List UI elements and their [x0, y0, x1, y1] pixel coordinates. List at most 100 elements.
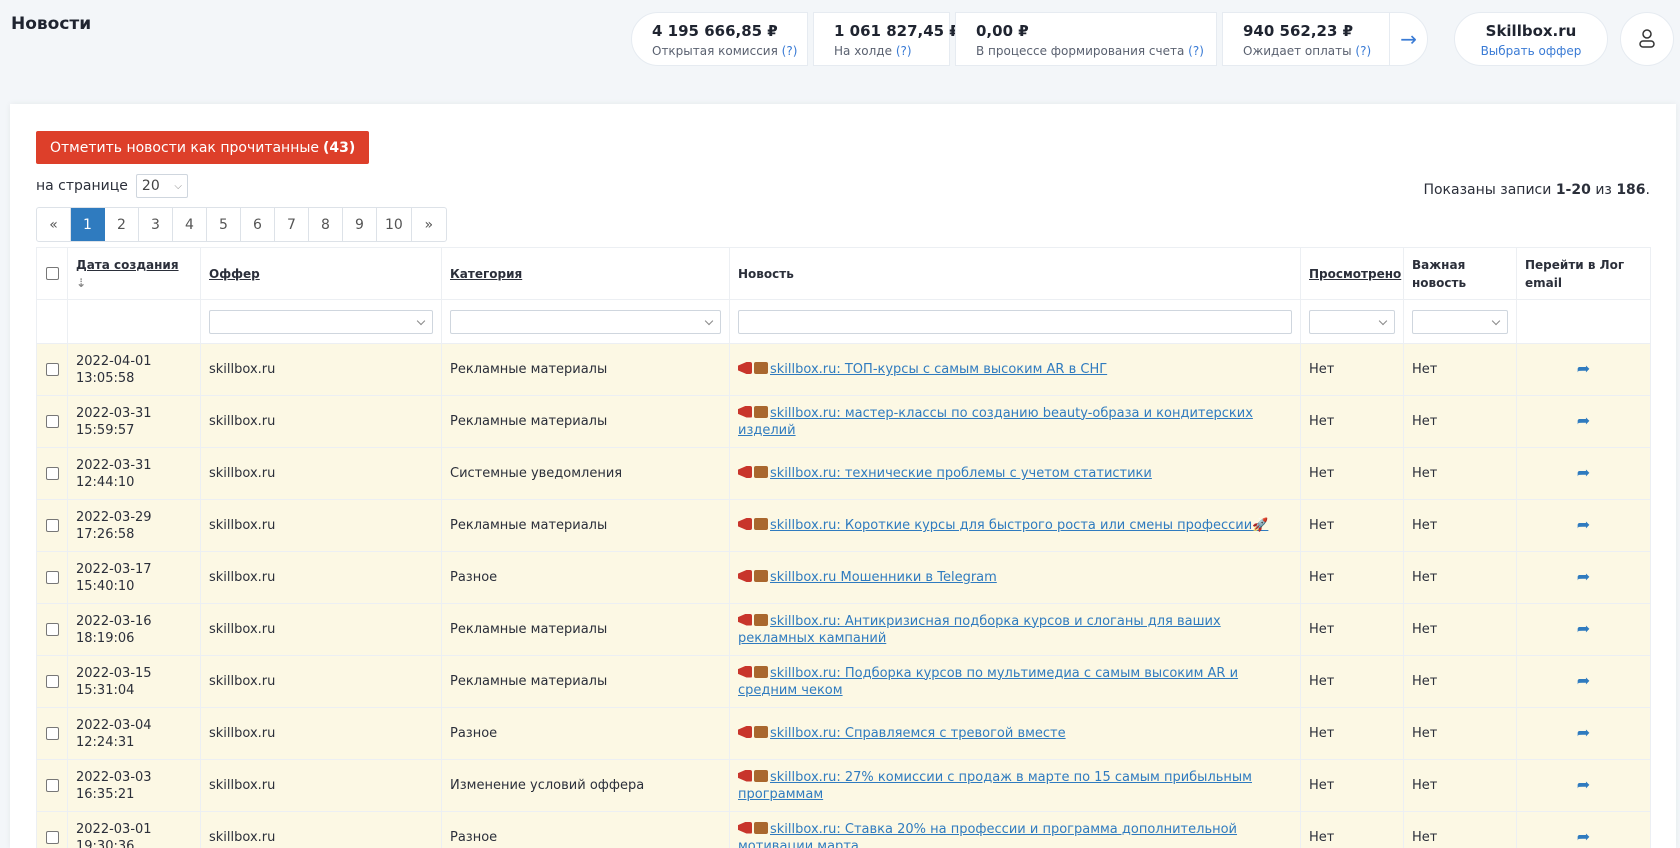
row-checkbox[interactable] [45, 831, 59, 844]
news-link[interactable]: skillbox.ru: Антикризисная подборка курс… [738, 614, 1221, 646]
share-arrow-icon[interactable]: ➦ [1577, 463, 1590, 482]
row-checkbox[interactable] [45, 467, 59, 480]
page-9[interactable]: 9 [343, 208, 377, 241]
page-prev[interactable]: « [37, 208, 71, 241]
row-checkbox[interactable] [45, 519, 59, 532]
share-arrow-icon[interactable]: ➦ [1577, 359, 1590, 378]
per-page-value: 20 [141, 178, 160, 194]
row-log-cell: ➦ [1516, 343, 1651, 396]
row-log-cell: ➦ [1516, 707, 1651, 760]
sort-category-link[interactable]: Категория [450, 267, 522, 281]
share-arrow-icon[interactable]: ➦ [1577, 411, 1590, 430]
row-news-cell: skillbox.ru Мошенники в Telegram [729, 551, 1301, 604]
sort-offer-link[interactable]: Оффер [209, 267, 260, 281]
row-checkbox[interactable] [45, 779, 59, 792]
records-range: 1-20 [1555, 182, 1591, 198]
row-news-cell: skillbox.ru: ТОП-курсы с самым высоким A… [729, 343, 1301, 396]
stat-open-commission: 4 195 666,85 ₽ Открытая комиссия (?) [631, 12, 808, 66]
sort-date-link[interactable]: Дата создания [76, 258, 179, 272]
row-checkbox[interactable] [45, 415, 59, 428]
row-checkbox[interactable] [45, 363, 59, 376]
col-log: Перейти в Лог email [1516, 247, 1651, 300]
share-arrow-icon[interactable]: ➦ [1577, 619, 1590, 638]
share-arrow-icon[interactable]: ➦ [1577, 567, 1590, 586]
row-viewed: Нет [1300, 499, 1404, 552]
page-7[interactable]: 7 [275, 208, 309, 241]
filter-category-select[interactable] [450, 309, 721, 334]
news-link[interactable]: skillbox.ru: Справляемся с тревогой вмес… [770, 726, 1066, 741]
help-link[interactable]: (?) [782, 44, 798, 58]
page-next[interactable]: » [412, 208, 446, 241]
page-2[interactable]: 2 [105, 208, 139, 241]
megaphone-icon [738, 405, 752, 418]
package-icon [754, 769, 768, 782]
share-arrow-icon[interactable]: ➦ [1577, 723, 1590, 742]
share-arrow-icon[interactable]: ➦ [1577, 671, 1590, 690]
stat-label: На холде [834, 44, 892, 58]
select-all-cell [36, 247, 68, 300]
share-arrow-icon[interactable]: ➦ [1577, 775, 1590, 794]
page-4[interactable]: 4 [173, 208, 207, 241]
page-1[interactable]: 1 [71, 208, 105, 241]
news-link[interactable]: skillbox.ru: ТОП-курсы с самым высоким A… [770, 362, 1107, 377]
news-link[interactable]: skillbox.ru: Короткие курсы для быстрого… [770, 518, 1268, 533]
news-link[interactable]: skillbox.ru: 27% комиссии с продаж в мар… [738, 770, 1252, 802]
choose-offer-link[interactable]: Выбрать оффер [1455, 44, 1607, 58]
filter-viewed-select[interactable] [1309, 309, 1395, 334]
row-category: Системные уведомления [441, 447, 730, 500]
page-8[interactable]: 8 [309, 208, 343, 241]
row-checkbox[interactable] [45, 571, 59, 584]
offer-selector[interactable]: Skillbox.ru Выбрать оффер [1454, 12, 1608, 66]
filter-offer-select[interactable] [209, 309, 433, 334]
filter-important-select[interactable] [1412, 309, 1508, 334]
megaphone-icon [738, 466, 752, 478]
page-5[interactable]: 5 [207, 208, 241, 241]
row-news-cell: skillbox.ru: Короткие курсы для быстрого… [729, 499, 1301, 552]
row-viewed: Нет [1300, 603, 1404, 656]
filter-news-cell [729, 299, 1301, 344]
row-date: 2022-03-29 17:26:58 [67, 499, 201, 552]
page-10[interactable]: 10 [377, 208, 412, 241]
help-link[interactable]: (?) [896, 44, 912, 58]
help-link[interactable]: (?) [1355, 44, 1371, 58]
row-checkbox[interactable] [45, 675, 59, 688]
row-viewed: Нет [1300, 447, 1404, 500]
row-date: 2022-03-31 15:59:57 [67, 395, 201, 448]
help-link[interactable]: (?) [1188, 44, 1204, 58]
news-link[interactable]: skillbox.ru: Подборка курсов по мультиме… [738, 666, 1238, 698]
filter-news-input[interactable] [738, 309, 1292, 334]
records-summary: Показаны записи 1-20 из 186. [1423, 182, 1650, 198]
package-icon [754, 405, 768, 418]
row-checkbox-cell [36, 447, 68, 500]
row-checkbox-cell [36, 655, 68, 708]
package-icon [754, 466, 768, 478]
share-arrow-icon[interactable]: ➦ [1577, 827, 1590, 846]
stat-invoice-forming: 0,00 ₽ В процессе формирования счета (?) [955, 12, 1217, 66]
mark-read-button[interactable]: Отметить новости как прочитанные (43) [36, 131, 370, 164]
page-6[interactable]: 6 [241, 208, 275, 241]
user-menu-button[interactable] [1620, 12, 1674, 66]
row-category: Разное [441, 551, 730, 604]
share-arrow-icon[interactable]: ➦ [1577, 515, 1590, 534]
news-link[interactable]: skillbox.ru Мошенники в Telegram [770, 570, 997, 585]
package-icon [754, 665, 768, 678]
per-page-select[interactable]: 20 ⌵ [135, 174, 188, 198]
stats-bar: 4 195 666,85 ₽ Открытая комиссия (?) 1 0… [631, 12, 1433, 66]
select-all-checkbox[interactable] [45, 267, 59, 280]
arrow-right-icon[interactable]: → [1389, 13, 1427, 65]
row-important: Нет [1403, 499, 1517, 552]
page-3[interactable]: 3 [139, 208, 173, 241]
sort-viewed-link[interactable]: Просмотрено [1309, 267, 1401, 281]
row-checkbox[interactable] [45, 727, 59, 740]
records-mid: из [1595, 182, 1612, 198]
row-log-cell: ➦ [1516, 603, 1651, 656]
chevron-down-icon: ⌵ [174, 180, 182, 192]
row-category: Рекламные материалы [441, 499, 730, 552]
megaphone-icon [738, 570, 752, 582]
news-link[interactable]: skillbox.ru: технические проблемы с учет… [770, 466, 1152, 481]
row-checkbox-cell [36, 759, 68, 812]
row-checkbox[interactable] [45, 623, 59, 636]
news-link[interactable]: skillbox.ru: Ставка 20% на профессии и п… [738, 822, 1237, 848]
megaphone-icon [738, 613, 752, 626]
news-link[interactable]: skillbox.ru: мастер-классы по созданию b… [738, 406, 1253, 438]
